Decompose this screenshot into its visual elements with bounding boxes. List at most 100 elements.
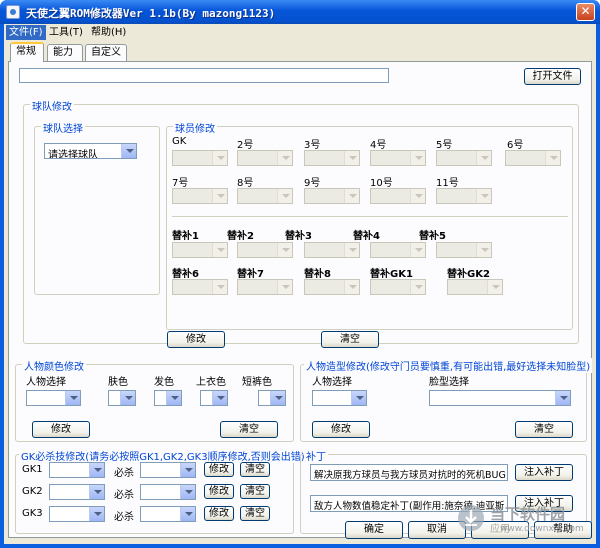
- gk2-kill-combo[interactable]: [140, 484, 196, 500]
- player-label-9: 9号: [304, 178, 321, 189]
- sub-label-5: 替补5: [419, 231, 446, 242]
- sub-combo-2[interactable]: [237, 242, 293, 258]
- player-label-4: 4号: [370, 140, 387, 151]
- tab-ability[interactable]: 能力: [47, 44, 83, 61]
- file-path-input[interactable]: [19, 68, 389, 83]
- player-combo-3[interactable]: [304, 150, 360, 166]
- team-select-group: 球队选择 请选择球队: [34, 120, 160, 295]
- chevron-down-icon[interactable]: [121, 144, 136, 158]
- gk3-modify-button[interactable]: 修改: [204, 506, 234, 521]
- shirt-color-combo[interactable]: [200, 390, 228, 406]
- sub-combo-gk1[interactable]: [370, 279, 426, 295]
- watermark-name: 当下软件园: [490, 505, 566, 523]
- tab-page-general: 打开文件 球队修改 球队选择 请选择球队 球员修改 GK 2号 3号 4号 5号…: [8, 61, 593, 538]
- hair-color-combo[interactable]: [154, 390, 182, 406]
- menu-tools[interactable]: 工具(T): [46, 25, 86, 40]
- title-bar[interactable]: 天使之翼ROM修改器Ver 1.1b(By mazong1123) ✕: [0, 0, 600, 24]
- player-combo-2[interactable]: [237, 150, 293, 166]
- patch-apply-button-1[interactable]: 注入补丁: [515, 464, 573, 481]
- sub-label-4: 替补4: [353, 231, 380, 242]
- player-label-10: 10号: [370, 178, 393, 189]
- sub-label-7: 替补7: [237, 269, 264, 280]
- shirt-color-label: 上衣色: [196, 377, 226, 388]
- client-area: 文件(F) 工具(T) 帮助(H) 常规 能力 自定义 打开文件 球队修改 球队…: [4, 24, 596, 544]
- gk1-modify-button[interactable]: 修改: [204, 462, 234, 477]
- gk2-clear-button[interactable]: 清空: [240, 484, 270, 499]
- shape-person-label: 人物选择: [312, 377, 352, 388]
- menu-help[interactable]: 帮助(H): [88, 25, 129, 40]
- shape-clear-button[interactable]: 清空: [515, 421, 573, 438]
- ok-button[interactable]: 确定: [345, 521, 403, 539]
- player-combo-gk[interactable]: [172, 150, 228, 166]
- sub-combo-4[interactable]: [370, 242, 426, 258]
- sub-combo-6[interactable]: [172, 279, 228, 295]
- team-clear-button[interactable]: 清空: [321, 331, 379, 348]
- team-legend: 球队修改: [30, 98, 74, 113]
- patch-desc-1[interactable]: 解决原我方球员与我方球员对抗时的死机BUG: [310, 464, 508, 481]
- player-combo-6[interactable]: [505, 150, 561, 166]
- player-combo-9[interactable]: [304, 188, 360, 204]
- player-label-6: 6号: [507, 140, 524, 151]
- color-person-combo[interactable]: [26, 390, 81, 406]
- watermark: 当下软件园 www.downxia.com: [456, 497, 600, 543]
- gk1-kill-label: 必杀: [114, 468, 134, 479]
- tab-custom[interactable]: 自定义: [85, 44, 127, 61]
- sub-combo-5[interactable]: [436, 242, 492, 258]
- player-combo-7[interactable]: [172, 188, 228, 204]
- open-file-button[interactable]: 打开文件: [524, 68, 581, 85]
- tab-general[interactable]: 常规: [10, 42, 44, 62]
- team-select-combo[interactable]: 请选择球队: [44, 143, 137, 159]
- sub-label-1: 替补1: [172, 231, 199, 242]
- sub-combo-3[interactable]: [304, 242, 360, 258]
- gk-group: GK必杀技修改(请务必按照GK1,GK2,GK3顺序修改,否则会出错) GK1 …: [15, 448, 307, 534]
- team-modify-button[interactable]: 修改: [167, 331, 225, 348]
- player-label-2: 2号: [237, 140, 254, 151]
- gk1-kill-combo[interactable]: [140, 462, 196, 478]
- gk3-clear-button[interactable]: 清空: [240, 506, 270, 521]
- player-combo-10[interactable]: [370, 188, 426, 204]
- player-label-8: 8号: [237, 178, 254, 189]
- shorts-color-combo[interactable]: [258, 390, 286, 406]
- team-select-legend: 球队选择: [41, 120, 85, 135]
- gk3-kill-combo[interactable]: [140, 506, 196, 522]
- sub-label-8: 替补8: [304, 269, 331, 280]
- player-group: 球员修改 GK 2号 3号 4号 5号 6号 7号 8号 9号 10号 11号 …: [166, 120, 573, 330]
- sub-combo-8[interactable]: [304, 279, 360, 295]
- sub-label-3: 替补3: [285, 231, 312, 242]
- shape-modify-button[interactable]: 修改: [312, 421, 370, 438]
- app-window: 天使之翼ROM修改器Ver 1.1b(By mazong1123) ✕ 文件(F…: [0, 0, 600, 548]
- color-modify-button[interactable]: 修改: [32, 421, 90, 438]
- watermark-logo-icon: [458, 505, 484, 531]
- gk3-kill-label: 必杀: [114, 512, 134, 523]
- sub-combo-1[interactable]: [172, 242, 228, 258]
- sub-label-6: 替补6: [172, 269, 199, 280]
- gk2-modify-button[interactable]: 修改: [204, 484, 234, 499]
- gk2-combo[interactable]: [49, 484, 105, 500]
- menu-bar: 文件(F) 工具(T) 帮助(H): [4, 24, 596, 41]
- player-combo-5[interactable]: [436, 150, 492, 166]
- player-label-7: 7号: [172, 178, 189, 189]
- gk1-label: GK1: [22, 464, 43, 475]
- player-combo-4[interactable]: [370, 150, 426, 166]
- sub-combo-gk2[interactable]: [447, 279, 503, 295]
- player-combo-8[interactable]: [237, 188, 293, 204]
- player-separator: [172, 216, 568, 218]
- gk1-clear-button[interactable]: 清空: [240, 462, 270, 477]
- gk2-kill-label: 必杀: [114, 490, 134, 501]
- gk-legend: GK必杀技修改(请务必按照GK1,GK2,GK3顺序修改,否则会出错): [19, 448, 307, 463]
- skin-color-combo[interactable]: [108, 390, 136, 406]
- player-combo-11[interactable]: [436, 188, 492, 204]
- sub-combo-7[interactable]: [237, 279, 293, 295]
- hair-color-label: 发色: [154, 377, 174, 388]
- color-group: 人物颜色修改 人物选择 肤色 发色 上衣色 短裤色 修改 清空: [15, 358, 294, 442]
- face-combo[interactable]: [429, 390, 571, 406]
- color-person-label: 人物选择: [26, 377, 66, 388]
- shape-group: 人物造型修改(修改守门员要慎重,有可能出错,最好选择未知脸型) 人物选择 脸型选…: [300, 358, 593, 442]
- gk3-combo[interactable]: [49, 506, 105, 522]
- close-button[interactable]: ✕: [576, 3, 595, 21]
- color-clear-button[interactable]: 清空: [220, 421, 278, 438]
- shape-person-combo[interactable]: [312, 390, 367, 406]
- menu-file[interactable]: 文件(F): [6, 25, 46, 40]
- player-legend: 球员修改: [173, 120, 217, 135]
- gk1-combo[interactable]: [49, 462, 105, 478]
